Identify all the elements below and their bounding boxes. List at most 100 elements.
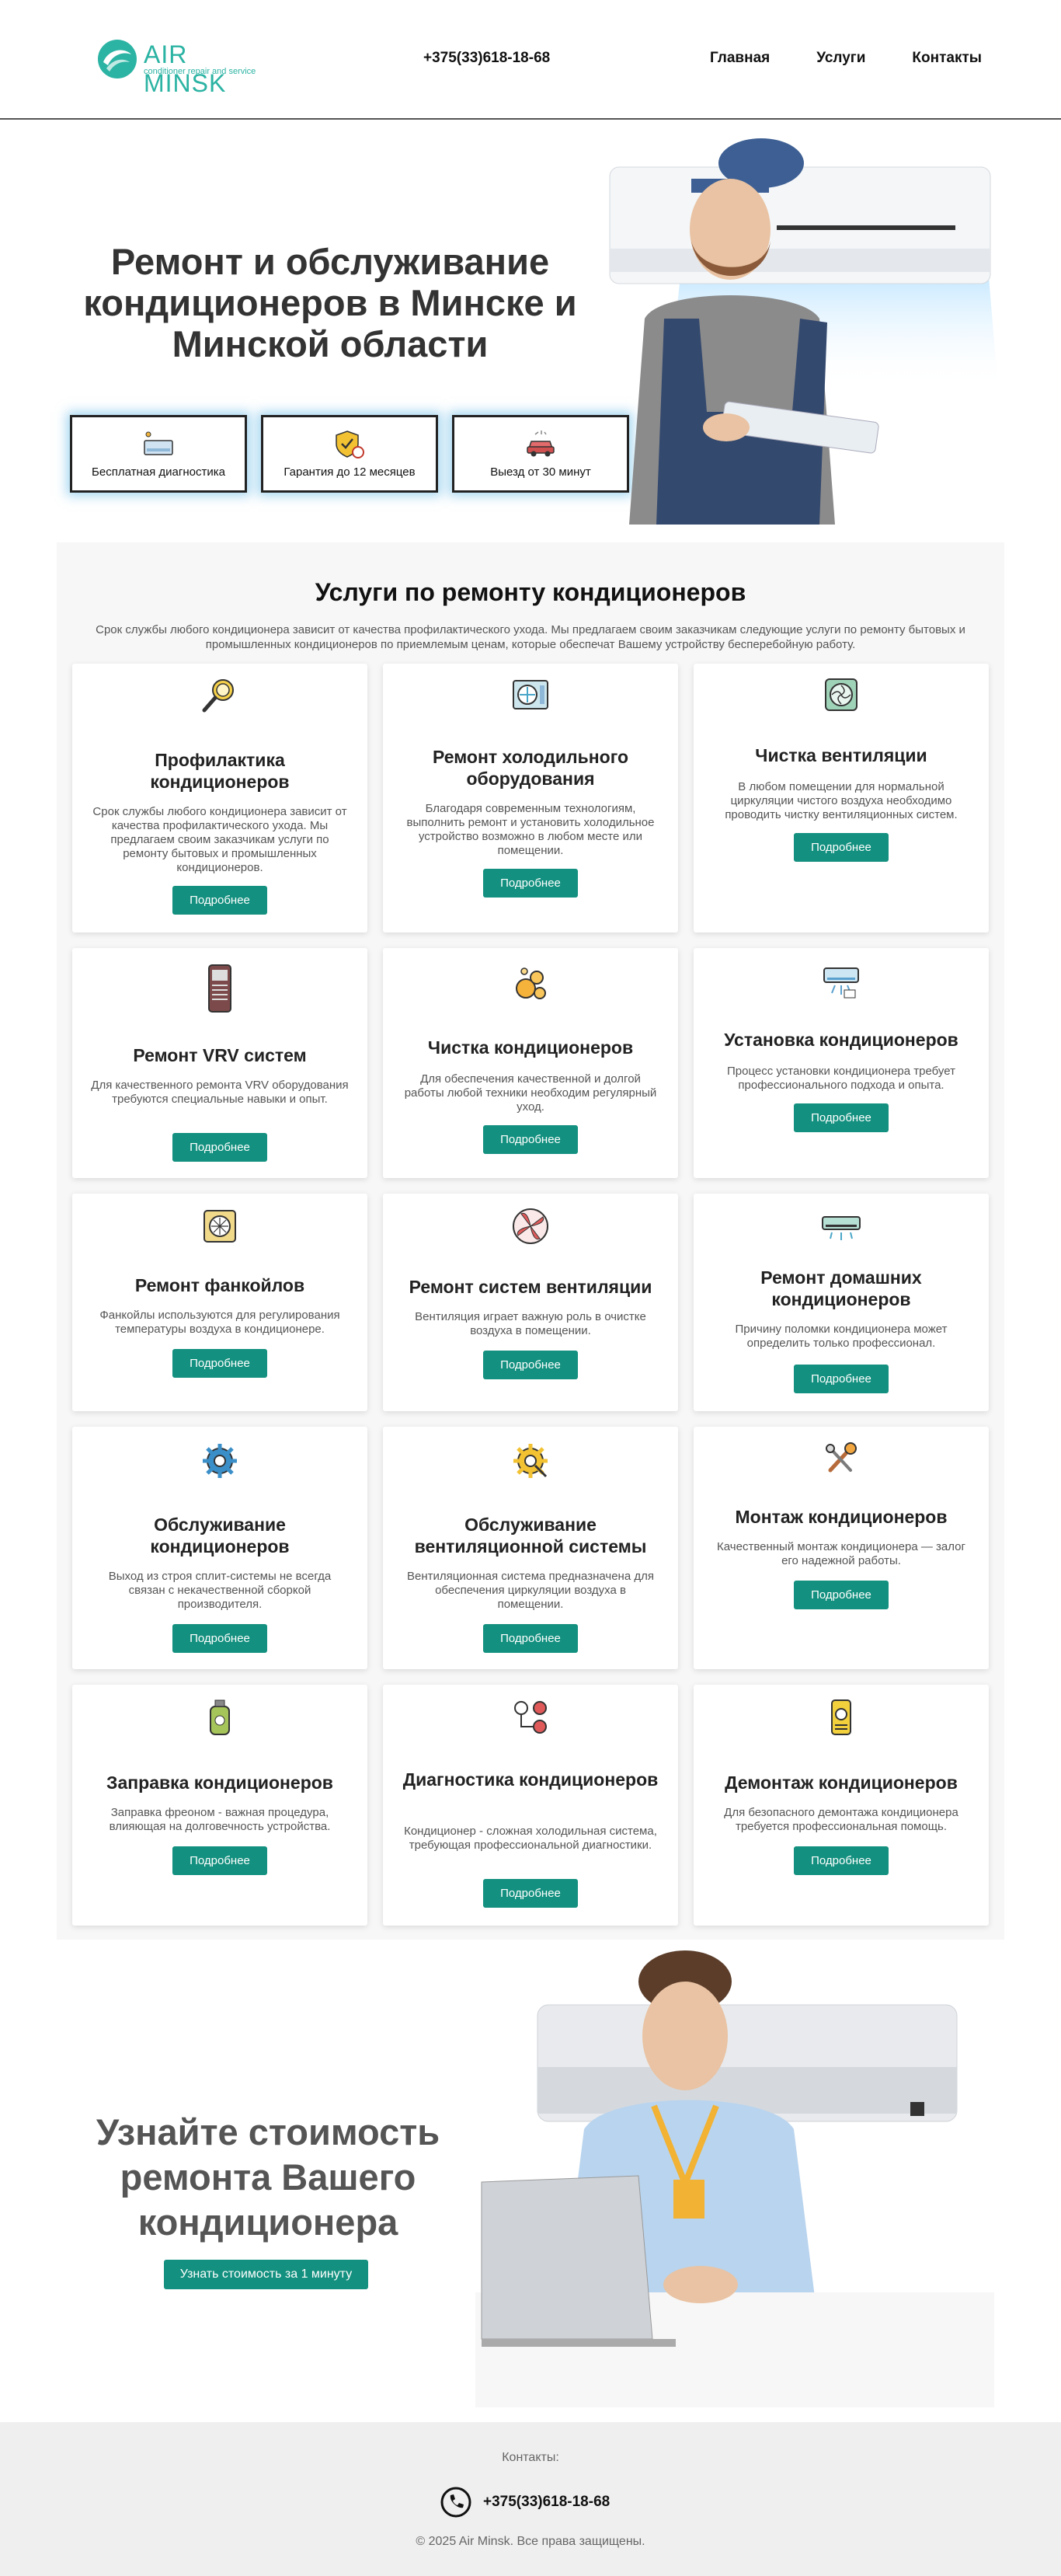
service-text: Вентиляция играет важную роль в очистке … [415, 1310, 646, 1337]
service-card: Обслуживание вентиляционной системы Вент… [383, 1427, 678, 1669]
cta-consultant-image [475, 1950, 994, 2407]
service-title: Ремонт систем вентиляции [409, 1277, 652, 1297]
service-text: Причину поломки кондиционера может опред… [735, 1323, 948, 1350]
service-text: Кондиционер - сложная холодильная систем… [404, 1825, 657, 1852]
service-text: Фанкойлы используются для регулирования … [99, 1309, 340, 1336]
get-price-button[interactable]: Узнать стоимость за 1 минуту [164, 2260, 368, 2289]
service-more-button[interactable]: Подробнее [794, 1103, 889, 1132]
service-card: Монтаж кондиционеров Качественный монтаж… [694, 1427, 989, 1669]
bubbles-icon [516, 967, 546, 999]
service-title: Диагностика кондиционеров [402, 1769, 659, 1790]
ac-install-icon [823, 967, 859, 999]
service-more-button[interactable]: Подробнее [172, 1133, 267, 1162]
tools-icon [826, 1442, 857, 1473]
logo[interactable]: AIR MINSK conditioner repair and service [97, 39, 268, 97]
magnifier-icon [202, 679, 234, 713]
service-text: Выход из строя сплит-системы не всегда с… [108, 1570, 332, 1611]
logo-tagline: conditioner repair and service [144, 67, 256, 76]
service-card: Чистка вентиляции В любом помещении для … [694, 664, 989, 932]
warranty-shield-icon [336, 430, 364, 458]
service-title: Монтаж кондиционеров [735, 1507, 948, 1527]
feature-label: Бесплатная диагностика [92, 465, 225, 479]
service-more-button[interactable]: Подробнее [483, 1351, 578, 1379]
service-text: Вентиляционная система предназначена для… [407, 1570, 654, 1611]
footer-phone[interactable]: +375(33)618-18-68 [483, 2494, 610, 2511]
nav-services[interactable]: Услуги [816, 50, 865, 67]
cta-title: Узнайте стоимость ремонта Вашего кондици… [96, 2111, 440, 2243]
service-more-button[interactable]: Подробнее [794, 1846, 889, 1875]
service-text: Качественный монтаж кондиционера — залог… [717, 1540, 965, 1567]
nav-home[interactable]: Главная [710, 50, 770, 67]
service-title: Ремонт домашних кондиционеров [760, 1267, 922, 1309]
gear-wrench-icon [513, 1444, 548, 1478]
service-text: Срок службы любого кондиционера зависит … [92, 805, 347, 874]
footer-contacts-label: Контакты: [502, 2451, 559, 2464]
dismantle-icon [831, 1699, 851, 1735]
service-card: Ремонт домашних кондиционеров Причину по… [694, 1194, 989, 1411]
service-text: Процесс установки кондиционера требует п… [727, 1065, 955, 1092]
header-phone[interactable]: +375(33)618-18-68 [423, 50, 550, 67]
feature-free-diagnostics: Бесплатная диагностика [70, 415, 247, 493]
service-card: Ремонт систем вентиляции Вентиляция игра… [383, 1194, 678, 1411]
service-title: Ремонт фанкойлов [134, 1275, 305, 1295]
service-text: Для качественного ремонта VRV оборудован… [91, 1079, 349, 1106]
service-card: Заправка кондиционеров Заправка фреоном … [72, 1685, 367, 1926]
gear-blue-icon [203, 1444, 237, 1478]
service-more-button[interactable]: Подробнее [483, 1624, 578, 1653]
service-title: Установка кондиционеров [724, 1030, 958, 1050]
service-card: Ремонт VRV систем Для качественного ремо… [72, 948, 367, 1178]
site-footer: Контакты: +375(33)618-18-68 © 2025 Air M… [0, 2422, 1061, 2576]
service-more-button[interactable]: Подробнее [483, 869, 578, 898]
nav-contacts[interactable]: Контакты [912, 50, 982, 67]
service-more-button[interactable]: Подробнее [483, 1125, 578, 1154]
service-title: Обслуживание кондиционеров [150, 1515, 290, 1556]
feature-warranty: Гарантия до 12 месяцев [261, 415, 438, 493]
feature-label: Гарантия до 12 месяцев [284, 465, 416, 479]
service-more-button[interactable]: Подробнее [794, 1365, 889, 1393]
diagnostic-gears-icon [514, 1701, 547, 1734]
service-card: Обслуживание кондиционеров Выход из стро… [72, 1427, 367, 1669]
freon-canister-icon [210, 1699, 230, 1735]
service-card: Ремонт фанкойлов Фанкойлы используются д… [72, 1194, 367, 1411]
service-text: Для безопасного демонтажа кондиционера т… [724, 1806, 958, 1833]
hero-technician-image [609, 138, 998, 525]
service-title: Чистка кондиционеров [427, 1037, 634, 1058]
service-more-button[interactable]: Подробнее [794, 833, 889, 862]
hero-title: Ремонт и обслуживание кондиционеров в Ми… [83, 241, 577, 364]
car-icon [527, 430, 555, 456]
service-title: Обслуживание вентиляционной системы [414, 1515, 647, 1556]
fancoil-icon [204, 1210, 236, 1243]
service-card: Чистка кондиционеров Для обеспечения кач… [383, 948, 678, 1178]
footer-phone-block[interactable]: +375(33)618-18-68 [440, 2486, 610, 2518]
service-more-button[interactable]: Подробнее [483, 1879, 578, 1908]
service-more-button[interactable]: Подробнее [794, 1581, 889, 1609]
service-title: Заправка кондиционеров [106, 1773, 333, 1793]
service-more-button[interactable]: Подробнее [172, 1846, 267, 1875]
footer-copyright: © 2025 Air Minsk. Все права защищены. [416, 2535, 645, 2548]
service-text: Благодаря современным технологиям, выпол… [406, 802, 655, 857]
service-text: Для обеспечения качественной и долгой ра… [404, 1072, 657, 1114]
outdoor-unit-icon [513, 680, 548, 709]
logo-mark-icon [98, 40, 137, 78]
service-card: Профилактика кондиционеров Срок службы л… [72, 664, 367, 932]
services-title: Услуги по ремонту кондиционеров [315, 578, 746, 606]
service-text: В любом помещении для нормальной циркуля… [725, 780, 958, 821]
service-more-button[interactable]: Подробнее [172, 1349, 267, 1378]
phone-icon [440, 2487, 471, 2518]
service-card: Диагностика кондиционеров Кондиционер - … [383, 1685, 678, 1926]
feature-label: Выезд от 30 минут [490, 465, 591, 479]
service-title: Ремонт холодильного оборудования [432, 747, 629, 789]
diagnostics-icon [144, 431, 173, 455]
services-section: Услуги по ремонту кондиционеров Срок слу… [57, 542, 1004, 1940]
service-more-button[interactable]: Подробнее [172, 886, 267, 915]
service-title: Профилактика кондиционеров [150, 750, 290, 792]
service-card: Демонтаж кондиционеров Для безопасного д… [694, 1685, 989, 1926]
vrv-unit-icon [208, 964, 231, 1013]
split-ac-icon [822, 1216, 861, 1240]
hero-features: Бесплатная диагностика Гарантия до 12 ме… [70, 415, 629, 493]
service-more-button[interactable]: Подробнее [172, 1624, 267, 1653]
service-card: Установка кондиционеров Процесс установк… [694, 948, 989, 1178]
services-description: Срок службы любого кондиционера зависит … [96, 623, 965, 651]
fan-blades-icon [513, 1208, 548, 1244]
service-title: Чистка вентиляции [755, 745, 927, 765]
